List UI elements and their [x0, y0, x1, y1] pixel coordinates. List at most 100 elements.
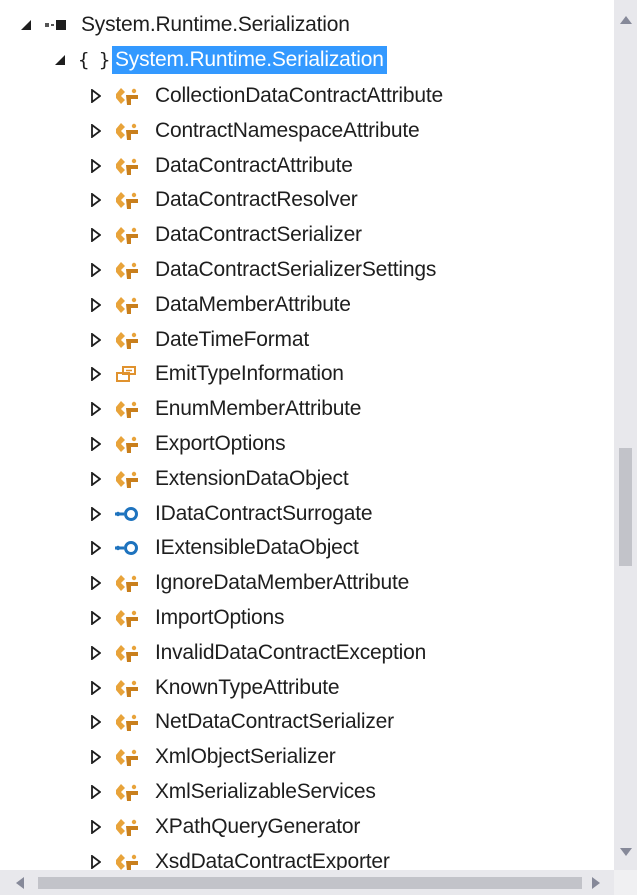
tree-node-type[interactable]: DataContractSerializer [88, 218, 365, 252]
class-icon [114, 397, 142, 421]
collapsed-triangle-icon[interactable] [88, 86, 104, 106]
tree-node-type[interactable]: InvalidDataContractException [88, 636, 429, 670]
tree-node-label: IgnoreDataMemberAttribute [155, 571, 410, 595]
scrollbar-corner [614, 870, 637, 895]
collapsed-triangle-icon[interactable] [88, 573, 104, 593]
tree-node-label: NetDataContractSerializer [155, 710, 394, 734]
class-icon [114, 606, 142, 630]
tree-node-type[interactable]: XmlSerializableServices [88, 775, 379, 809]
vertical-scrollbar[interactable] [614, 0, 637, 870]
class-icon [114, 84, 142, 108]
enum-icon [114, 362, 142, 386]
collapsed-triangle-icon[interactable] [88, 538, 104, 558]
class-icon [114, 154, 142, 178]
object-browser-tree: System.Runtime.Serialization { } System.… [0, 0, 614, 870]
collapsed-triangle-icon[interactable] [88, 747, 104, 767]
tree-node-type[interactable]: XPathQueryGenerator [88, 810, 363, 844]
scroll-up-arrow-icon[interactable] [614, 8, 637, 31]
collapsed-triangle-icon[interactable] [88, 817, 104, 837]
collapsed-triangle-icon[interactable] [88, 643, 104, 663]
collapsed-triangle-icon[interactable] [88, 364, 104, 384]
collapsed-triangle-icon[interactable] [88, 608, 104, 628]
tree-node-label: XPathQueryGenerator [155, 814, 361, 838]
class-icon [114, 432, 142, 456]
collapsed-triangle-icon[interactable] [88, 190, 104, 210]
class-icon [114, 223, 142, 247]
tree-node-label: EmitTypeInformation [155, 362, 344, 386]
tree-node-type[interactable]: CollectionDataContractAttribute [88, 79, 446, 113]
class-icon [114, 676, 142, 700]
scroll-down-arrow-icon[interactable] [614, 840, 637, 863]
tree-node-type[interactable]: ExportOptions [88, 427, 288, 461]
collapsed-triangle-icon[interactable] [88, 852, 104, 870]
tree-node-type[interactable]: ImportOptions [88, 601, 287, 635]
tree-node-label: EnumMemberAttribute [155, 397, 362, 421]
collapsed-triangle-icon[interactable] [88, 121, 104, 141]
scroll-left-arrow-icon[interactable] [8, 870, 31, 895]
vertical-scroll-thumb[interactable] [619, 448, 632, 566]
tree-node-type[interactable]: IgnoreDataMemberAttribute [88, 566, 412, 600]
collapsed-triangle-icon[interactable] [88, 260, 104, 280]
tree-node-label: DataContractAttribute [155, 153, 353, 177]
interface-icon [114, 502, 142, 526]
tree-node-label: KnownTypeAttribute [155, 675, 340, 699]
tree-node-type[interactable]: IExtensibleDataObject [88, 531, 362, 565]
assembly-icon [44, 13, 72, 37]
tree-node-label: System.Runtime.Serialization [81, 13, 350, 36]
tree-node-label: XmlSerializableServices [155, 780, 376, 803]
tree-node-type[interactable]: EnumMemberAttribute [88, 392, 364, 426]
class-icon [114, 780, 142, 804]
horizontal-scrollbar[interactable] [0, 870, 614, 895]
collapsed-triangle-icon[interactable] [88, 295, 104, 315]
tree-node-label: ContractNamespaceAttribute [155, 118, 420, 142]
class-icon [114, 119, 142, 143]
class-icon [114, 641, 142, 665]
tree-node-type[interactable]: DataContractResolver [88, 183, 361, 217]
tree-node-type[interactable]: DataContractSerializerSettings [88, 253, 439, 287]
tree-node-label: XsdDataContractExporter [155, 849, 390, 870]
tree-node-label: InvalidDataContractException [155, 640, 427, 664]
collapsed-triangle-icon[interactable] [88, 434, 104, 454]
tree-node-type[interactable]: IDataContractSurrogate [88, 497, 375, 531]
tree-node-label: IExtensibleDataObject [155, 536, 359, 560]
collapsed-triangle-icon[interactable] [88, 712, 104, 732]
tree-node-type[interactable]: NetDataContractSerializer [88, 705, 397, 739]
class-icon [114, 293, 142, 317]
scroll-right-arrow-icon[interactable] [584, 870, 607, 895]
horizontal-scroll-thumb[interactable] [38, 877, 582, 889]
class-icon [114, 188, 142, 212]
collapsed-triangle-icon[interactable] [88, 678, 104, 698]
collapsed-triangle-icon[interactable] [88, 225, 104, 245]
tree-node-assembly[interactable]: System.Runtime.Serialization [18, 8, 353, 42]
tree-node-type[interactable]: ContractNamespaceAttribute [88, 114, 422, 148]
expanded-triangle-icon[interactable] [52, 50, 68, 70]
collapsed-triangle-icon[interactable] [88, 469, 104, 489]
tree-node-label-selected: System.Runtime.Serialization [112, 46, 387, 74]
collapsed-triangle-icon[interactable] [88, 330, 104, 350]
tree-node-label: DataContractSerializerSettings [155, 258, 437, 281]
tree-node-type[interactable]: KnownTypeAttribute [88, 671, 342, 705]
interface-icon [114, 536, 142, 560]
tree-node-type[interactable]: XsdDataContractExporter [88, 845, 393, 870]
class-icon [114, 850, 142, 870]
namespace-braces-icon: { } [78, 48, 110, 72]
tree-node-namespace[interactable]: { } System.Runtime.Serialization [52, 43, 387, 77]
class-icon [114, 258, 142, 282]
collapsed-triangle-icon[interactable] [88, 504, 104, 524]
collapsed-triangle-icon[interactable] [88, 399, 104, 419]
tree-node-label: CollectionDataContractAttribute [155, 84, 443, 107]
tree-node-type[interactable]: EmitTypeInformation [88, 357, 347, 391]
tree-node-type[interactable]: DateTimeFormat [88, 323, 312, 357]
tree-node-type[interactable]: DataMemberAttribute [88, 288, 354, 322]
tree-node-type[interactable]: DataContractAttribute [88, 149, 356, 183]
tree-node-type[interactable]: ExtensionDataObject [88, 462, 351, 496]
tree-node-label: DateTimeFormat [155, 327, 309, 351]
class-icon [114, 467, 142, 491]
expanded-triangle-icon[interactable] [18, 15, 34, 35]
collapsed-triangle-icon[interactable] [88, 156, 104, 176]
namespace-glyph: { } [78, 49, 110, 71]
tree-node-type[interactable]: XmlObjectSerializer [88, 740, 339, 774]
tree-node-label: DataMemberAttribute [155, 292, 351, 316]
collapsed-triangle-icon[interactable] [88, 782, 104, 802]
class-icon [114, 815, 142, 839]
